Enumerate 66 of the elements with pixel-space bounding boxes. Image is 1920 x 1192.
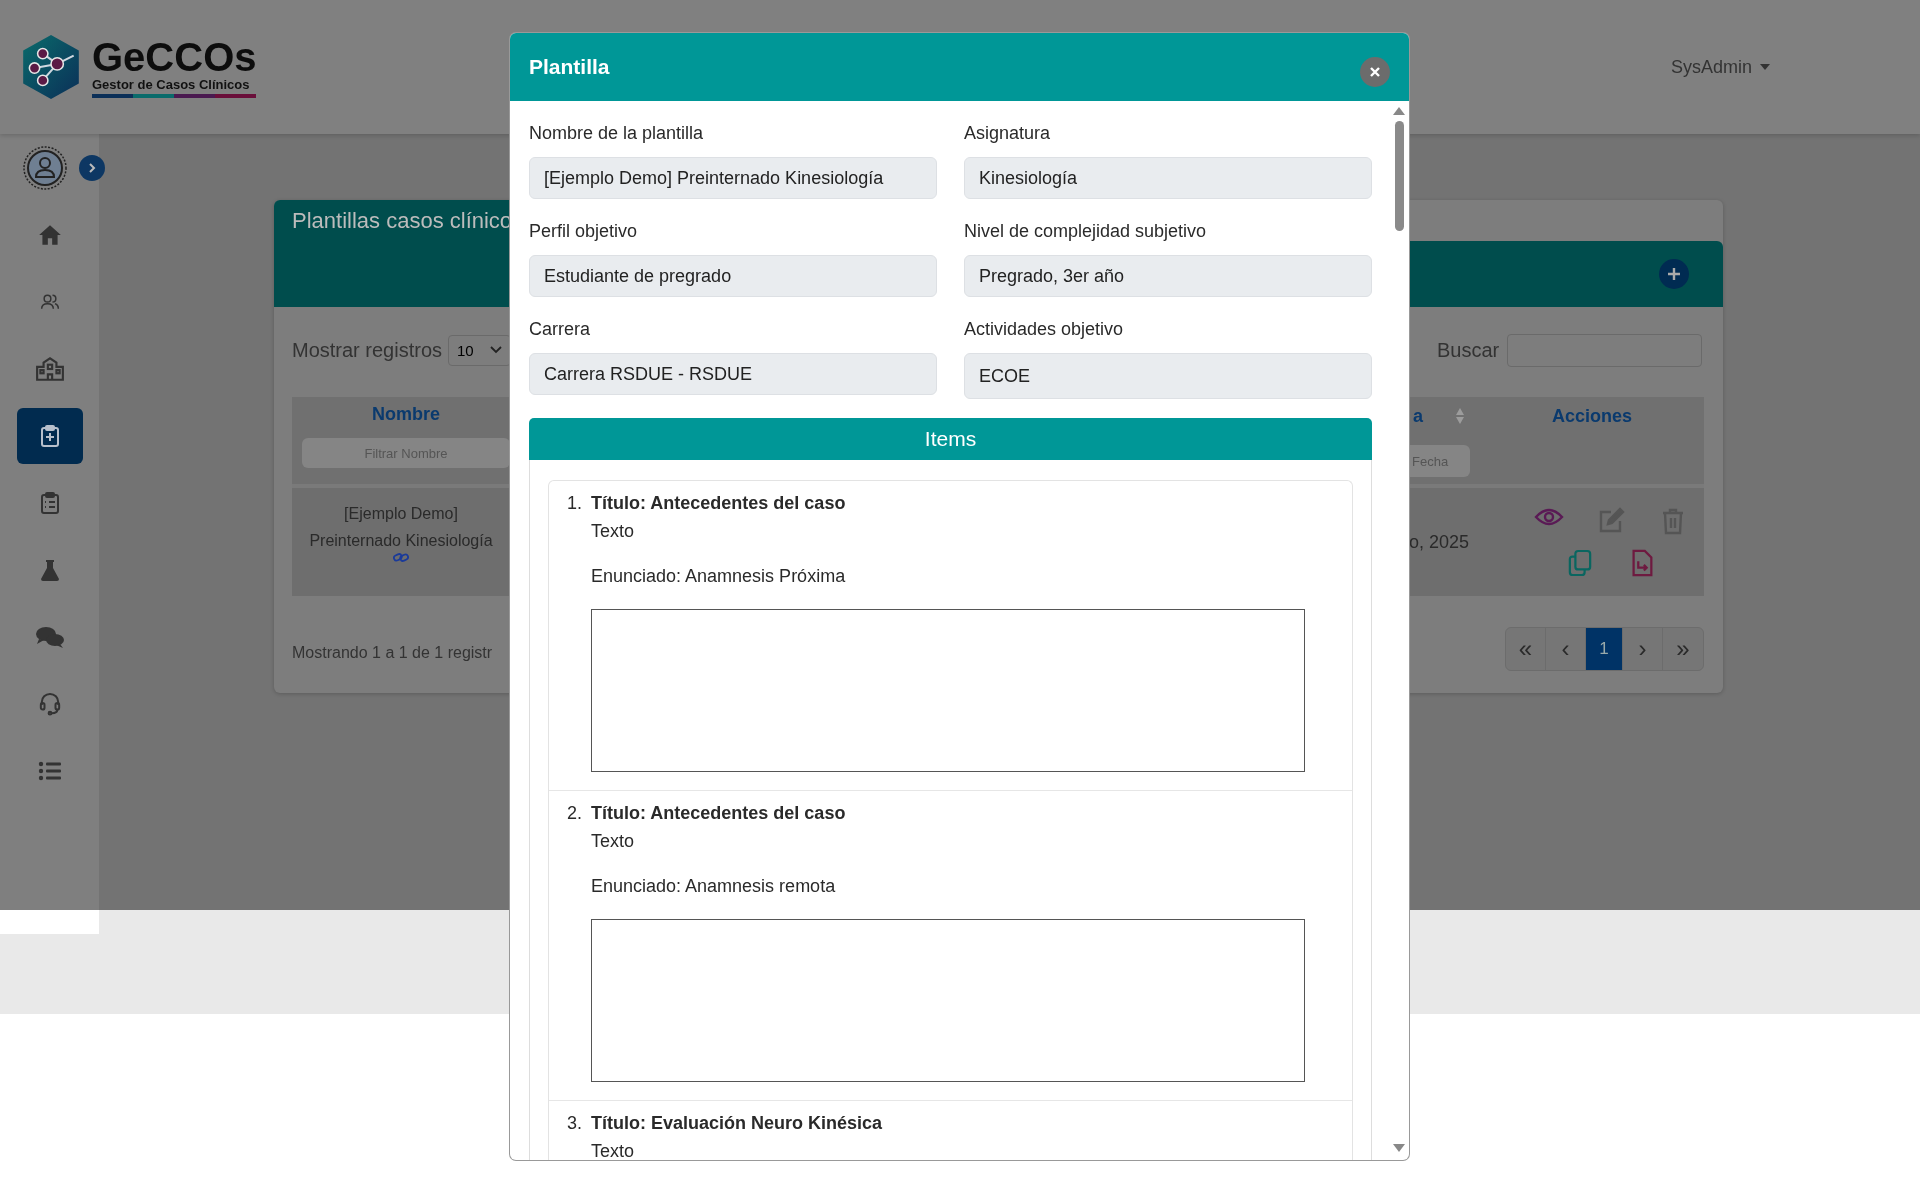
page-button[interactable]: » <box>1663 628 1703 670</box>
nav-item[interactable] <box>16 408 83 464</box>
scroll-up-icon[interactable] <box>1393 107 1405 115</box>
add-button[interactable] <box>1659 259 1689 289</box>
expand-button[interactable] <box>78 155 105 181</box>
users-icon <box>39 292 60 312</box>
field-label: Actividades objetivo <box>964 318 1125 340</box>
page-button[interactable]: « <box>1506 628 1546 670</box>
chevron-down-icon <box>489 346 502 354</box>
clipboard-plus-icon <box>39 424 60 448</box>
page-button[interactable]: › <box>1623 628 1663 670</box>
items-title: Items <box>924 427 977 451</box>
item-title: Título: Evaluación Neuro Kinésica <box>591 1112 883 1135</box>
caret-icon <box>1760 64 1770 70</box>
logo-title: GeCCOs <box>92 36 257 77</box>
table-cell-text: [Ejemplo Demo] Preinternado Kinesiología <box>309 504 493 551</box>
dialog-title: Plantilla <box>529 55 610 79</box>
show-records-label: Mostrar registros <box>292 338 443 362</box>
field-label: Perfil objetivo <box>529 220 639 242</box>
clipboard-list-icon <box>39 491 60 515</box>
item-statement: Enunciado: Anamnesis Próxima <box>591 565 846 588</box>
input-field[interactable]: Estudiante de pregrado <box>529 255 937 297</box>
logo-icon <box>20 33 82 101</box>
item-type: Texto <box>591 1140 635 1160</box>
input-field[interactable]: Kinesiología <box>964 157 1372 199</box>
chevron-right-icon <box>86 163 97 173</box>
item-number: 1. <box>567 492 583 515</box>
page-size-select[interactable]: 10 <box>448 334 511 366</box>
records-info: Mostrando 1 a 1 de 1 registr <box>292 644 494 662</box>
user-menu[interactable]: SysAdmin <box>1670 56 1770 78</box>
list-icon <box>37 761 62 781</box>
link-icon[interactable] <box>393 552 409 563</box>
scrollbar-thumb[interactable] <box>1394 121 1404 231</box>
chat-icon <box>34 625 65 649</box>
column-header: Acciones <box>1552 405 1633 427</box>
field-label: Nombre de la plantilla <box>529 122 705 144</box>
table-cell-text: o, 2025 <box>1409 531 1471 553</box>
close-icon <box>1369 66 1381 78</box>
input-field[interactable]: Pregrado, 3er año <box>964 255 1372 297</box>
field-label: Nivel de complejidad subjetivo <box>964 220 1208 242</box>
page-button[interactable]: 1 <box>1586 628 1623 670</box>
input-field[interactable]: ECOE <box>964 353 1372 399</box>
input-field[interactable]: Carrera RSDUE - RSDUE <box>529 353 937 395</box>
item-number: 3. <box>567 1112 583 1135</box>
item-type: Texto <box>591 520 635 543</box>
scroll-down-icon[interactable] <box>1393 1144 1405 1152</box>
logo-subtitle: Gestor de Casos Clínicos <box>92 76 251 92</box>
eye-icon[interactable] <box>1534 507 1564 527</box>
item-title: Título: Antecedentes del caso <box>591 492 846 515</box>
scrollbar[interactable] <box>1392 107 1406 1152</box>
avatar-icon[interactable] <box>22 146 67 190</box>
sort-icon[interactable] <box>1455 407 1465 425</box>
search-label: Buscar <box>1437 338 1500 362</box>
item-type: Texto <box>591 830 635 853</box>
input-field[interactable]: [Ejemplo Demo] Preinternado Kinesiología <box>529 157 937 199</box>
item-number: 2. <box>567 802 583 825</box>
close-button[interactable] <box>1360 57 1390 87</box>
field-label: Asignatura <box>964 122 1052 144</box>
headset-icon <box>38 692 61 716</box>
item-title: Título: Antecedentes del caso <box>591 802 846 825</box>
item-statement: Enunciado: Anamnesis remota <box>591 875 836 898</box>
building-icon <box>34 356 65 382</box>
file-export-icon[interactable] <box>1630 549 1654 577</box>
flask-icon <box>39 558 60 582</box>
field-label: Carrera <box>529 318 591 340</box>
plus-icon <box>1666 266 1682 282</box>
